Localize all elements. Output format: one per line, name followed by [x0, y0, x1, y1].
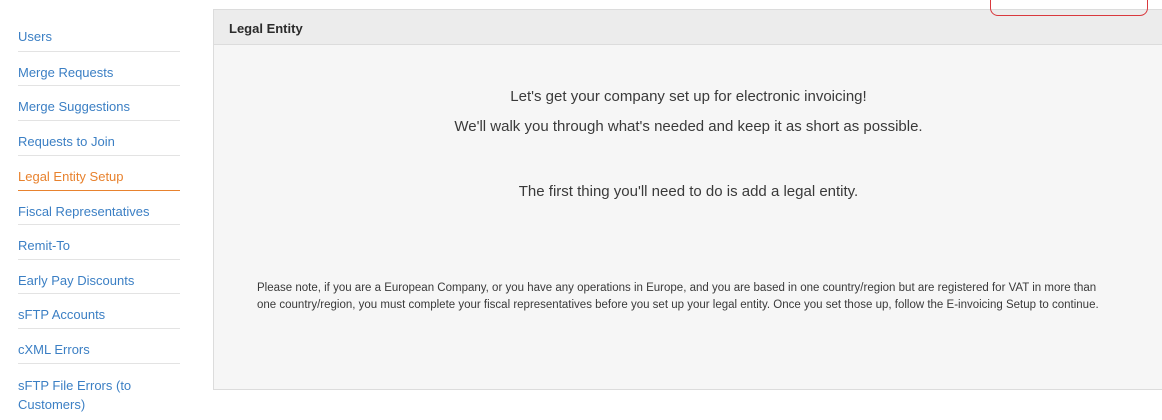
highlight-box: [990, 0, 1148, 16]
sidebar-item-requests-to-join[interactable]: Requests to Join: [18, 121, 180, 156]
sidebar-item-legal-entity-setup[interactable]: Legal Entity Setup: [18, 156, 180, 191]
legal-entity-panel: Legal Entity Let's get your company set …: [213, 9, 1162, 390]
intro-line-1: Let's get your company set up for electr…: [510, 88, 867, 105]
sidebar-item-sftp-file-errors[interactable]: sFTP File Errors (to Customers): [18, 364, 168, 420]
europe-note: Please note, if you are a European Compa…: [257, 282, 1099, 311]
sidebar-item-sftp-accounts[interactable]: sFTP Accounts: [18, 294, 180, 329]
first-step-text: The first thing you'll need to do is add…: [518, 183, 859, 200]
sidebar-item-users[interactable]: Users: [18, 16, 180, 52]
sidebar-item-early-pay-discounts[interactable]: Early Pay Discounts: [18, 260, 180, 294]
sidebar-item-merge-suggestions[interactable]: Merge Suggestions: [18, 86, 180, 121]
sidebar-item-merge-requests[interactable]: Merge Requests: [18, 52, 180, 86]
sidebar-item-fiscal-representatives[interactable]: Fiscal Representatives: [18, 191, 180, 225]
sidebar-item-remit-to[interactable]: Remit-To: [18, 225, 180, 260]
intro-line-2: We'll walk you through what's needed and…: [454, 118, 923, 135]
panel-title: Legal Entity: [229, 21, 303, 36]
sidebar-nav: Users Merge Requests Merge Suggestions R…: [18, 16, 180, 420]
sidebar-item-cxml-errors[interactable]: cXML Errors: [18, 329, 180, 364]
